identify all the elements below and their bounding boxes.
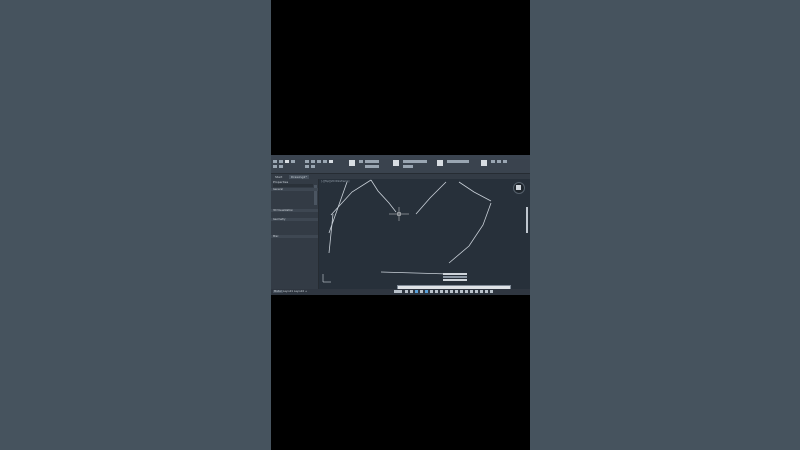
arc-tool-icon[interactable] [291,160,295,163]
move-tool-icon[interactable] [305,160,309,163]
scale-tool-icon[interactable] [311,165,315,168]
property-row[interactable] [273,196,316,199]
drawing-canvas[interactable] [319,179,530,289]
property-row[interactable] [273,230,316,233]
lineweight-toggle-icon[interactable] [435,290,438,293]
section-misc[interactable]: Misc [271,235,318,238]
property-row[interactable] [273,251,316,254]
units-icon[interactable] [465,290,468,293]
text-tool-icon[interactable] [349,160,355,166]
crosshair-cursor-icon [389,207,409,221]
command-history-line [443,276,467,278]
ribbon-group-modify[interactable] [305,160,345,170]
property-row[interactable] [273,255,316,258]
ribbon-group-block[interactable] [437,160,477,170]
tab-layout1[interactable]: Layout1 [283,290,293,293]
tab-model[interactable]: Model [273,290,283,293]
ribbon-group-layers[interactable] [393,160,433,170]
section-3d-visualization[interactable]: 3D Visualization [271,209,318,212]
property-row[interactable] [273,247,316,250]
ucs-icon [322,274,331,283]
clean-screen-icon[interactable] [485,290,488,293]
quick-properties-icon[interactable] [470,290,473,293]
polyline-drawing [458,181,492,202]
navigation-bar[interactable] [526,207,528,233]
property-row[interactable] [273,200,316,203]
section-general[interactable]: General [271,188,318,191]
stretch-tool-icon[interactable] [305,165,309,168]
tab-layout2[interactable]: Layout2 [294,290,304,293]
viewcube-top-face[interactable] [516,185,521,190]
rotate-tool-icon[interactable] [311,160,315,163]
layer-dropdown[interactable] [403,160,427,163]
annotation-scale-icon[interactable] [450,290,453,293]
polyline-drawing [448,202,492,264]
mirror-tool-icon[interactable] [329,160,333,163]
hatch-tool-icon[interactable] [279,165,283,168]
property-row[interactable] [273,222,316,225]
workspace-gear-icon[interactable] [455,290,458,293]
match-properties-icon[interactable] [481,160,487,166]
isolate-objects-icon[interactable] [475,290,478,293]
property-row[interactable] [273,204,316,207]
letterbox-left [0,0,271,450]
property-row[interactable] [273,267,316,270]
command-history-line [443,279,467,281]
copy-tool-icon[interactable] [323,160,327,163]
table-dropdown[interactable] [365,165,379,168]
letterbox-right [530,0,800,450]
layer-properties-icon[interactable] [393,160,399,166]
annotation-monitor-icon[interactable] [460,290,463,293]
property-row[interactable] [273,259,316,262]
selection-cycling-icon[interactable] [445,290,448,293]
ortho-toggle-icon[interactable] [415,290,418,293]
property-row[interactable] [273,192,316,195]
circle-tool-icon[interactable] [285,160,289,163]
snap-toggle-icon[interactable] [410,290,413,293]
polyline-drawing [370,179,397,213]
polyline-tool-icon[interactable] [279,160,283,163]
group-tool-icon[interactable] [491,160,495,163]
polar-toggle-icon[interactable] [420,290,423,293]
block-dropdown[interactable] [447,160,469,163]
object-type-select[interactable] [273,184,313,187]
utilities-icon[interactable] [497,160,501,163]
baseline-drawing [380,271,450,275]
property-row[interactable] [273,213,316,216]
command-history-line [443,273,467,275]
property-row[interactable] [273,239,316,242]
dimension-tool-icon[interactable] [359,160,363,163]
add-layout-button[interactable]: + [305,290,307,293]
clipboard-icon[interactable] [503,160,507,163]
trim-tool-icon[interactable] [317,160,321,163]
cad-application-window: Start Drawing1* Properties General 3D Vi… [271,155,530,295]
otrack-toggle-icon[interactable] [430,290,433,293]
property-row[interactable] [273,263,316,266]
line-tool-icon[interactable] [273,160,277,163]
grid-toggle-icon[interactable] [405,290,408,293]
leader-dropdown[interactable] [365,160,379,163]
customization-menu-icon[interactable] [490,290,493,293]
line-drawing [328,213,334,254]
layer-state-icon[interactable] [403,165,413,168]
ribbon-toolbar [271,159,530,174]
property-row[interactable] [273,243,316,246]
ribbon-group-annotation[interactable] [349,160,389,170]
insert-block-icon[interactable] [437,160,443,166]
property-row[interactable] [273,226,316,229]
section-geometry[interactable]: Geometry [271,218,318,221]
ribbon-group-properties[interactable] [481,160,526,170]
rectangle-tool-icon[interactable] [273,165,277,168]
model-space-toggle[interactable] [394,290,402,293]
ribbon-group-draw[interactable] [273,160,301,170]
polyline-drawing [415,181,447,215]
transparency-toggle-icon[interactable] [440,290,443,293]
drawing-viewport[interactable]: [-][Top][2D Wireframe] [319,179,530,290]
properties-palette: Properties General 3D Visualization Geom… [271,179,319,289]
status-bar [394,289,530,295]
osnap-toggle-icon[interactable] [425,290,428,293]
hardware-acceleration-icon[interactable] [480,290,483,293]
